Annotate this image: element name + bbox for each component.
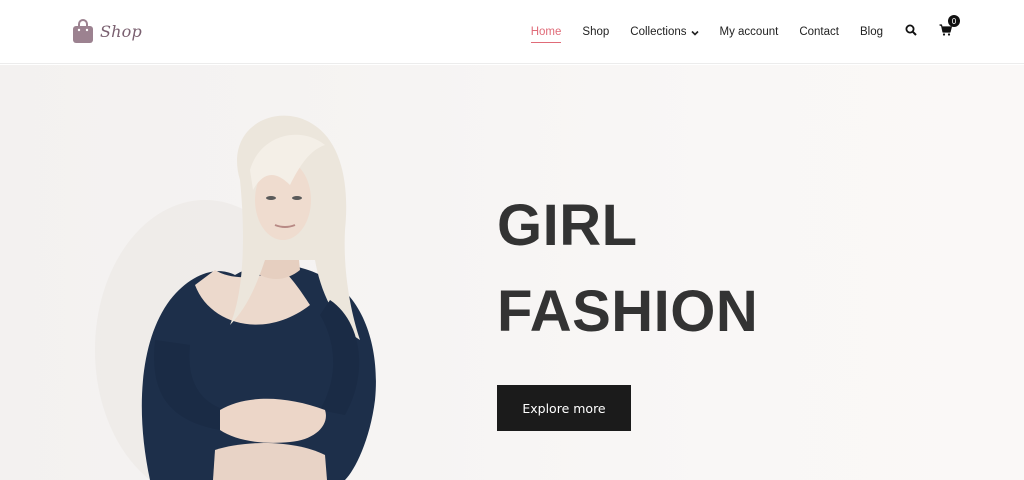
nav-item-label: Contact [799,26,839,38]
nav-item-collections[interactable]: Collections [630,26,699,38]
hero-title: GIRL FASHION [497,183,758,355]
hero-title-line-2: FASHION [497,279,759,344]
site-header: Shop Home Shop Collections My account Co… [0,0,1024,64]
logo-text: Shop [100,21,142,41]
nav-item-label: Blog [859,26,883,38]
nav-item-home[interactable]: Home [530,26,562,43]
search-button[interactable] [905,23,917,41]
model-photo [95,110,405,480]
nav-item-label: Collections [630,26,687,38]
nav-item-label: My account [719,26,779,38]
nav-item-contact[interactable]: Contact [799,26,839,38]
shopping-bag-icon [72,18,94,44]
cart-button[interactable]: 0 [939,15,960,41]
nav-item-label: Shop [582,26,610,38]
main-nav: Home Shop Collections My account Contact… [510,0,960,64]
nav-item-my-account[interactable]: My account [720,26,779,38]
search-icon [905,23,917,41]
site-logo[interactable]: Shop [72,18,142,44]
nav-item-blog[interactable]: Blog [860,26,883,38]
nav-item-shop[interactable]: Shop [582,26,609,38]
chevron-down-icon [690,28,699,36]
cart-count-badge: 0 [948,15,960,27]
hero-banner: GIRL FASHION Explore more [0,65,1024,480]
hero-title-line-1: GIRL [497,193,638,258]
nav-item-label: Home [530,26,562,38]
explore-more-button[interactable]: Explore more [497,385,631,431]
